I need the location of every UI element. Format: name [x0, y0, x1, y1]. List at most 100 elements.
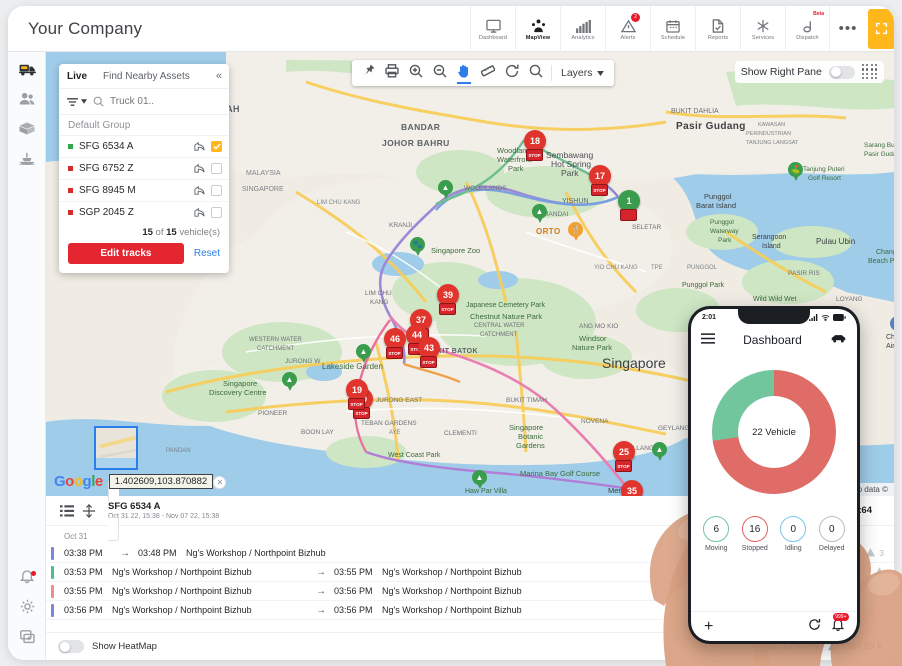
poi-park-marker[interactable]: ▲: [282, 372, 297, 392]
stat-delayed[interactable]: 0 Delayed: [819, 516, 845, 552]
trip-color-bar: [51, 547, 54, 560]
map-pin-25[interactable]: 25 STOP: [613, 441, 635, 471]
poi-marker[interactable]: ▲: [532, 204, 547, 224]
stop-marker: STOP: [348, 398, 365, 410]
map-pin-18[interactable]: 18 STOP: [524, 130, 546, 160]
map-pin-46[interactable]: 46 STOP: [384, 328, 406, 358]
grid-dots-icon[interactable]: [862, 64, 878, 80]
right-pane-label: Show Right Pane: [741, 66, 822, 78]
phone-stats: 6 Moving 16 Stopped 0 Idling 0 Delayed: [691, 516, 857, 552]
share-icon[interactable]: [194, 160, 205, 178]
trip-arrow: →: [308, 567, 334, 578]
bell-icon[interactable]: 999+: [832, 618, 844, 636]
rail-chat-add-button[interactable]: [8, 624, 46, 654]
map-tool-pin[interactable]: [356, 61, 380, 85]
rail-package-button[interactable]: [8, 116, 46, 146]
map-pin-39[interactable]: 39 STOP: [437, 284, 459, 314]
phone-mockup: 2:01 Dashboar: [688, 306, 860, 644]
rail-gear-button[interactable]: [8, 594, 46, 624]
plus-icon[interactable]: +: [704, 618, 713, 636]
vehicle-checkbox[interactable]: [211, 141, 222, 152]
share-icon[interactable]: [194, 182, 205, 200]
nav-item-alerts[interactable]: Alerts 2: [605, 6, 650, 52]
map-pin-43[interactable]: 43 STOP: [418, 337, 440, 367]
map-pin-17[interactable]: 17 STOP: [589, 165, 611, 195]
map-tool-zoom-out[interactable]: [428, 61, 452, 85]
fit-crosshair-icon[interactable]: [78, 500, 100, 522]
nav-item-schedule[interactable]: Schedule: [650, 6, 695, 52]
print-icon: [385, 64, 399, 83]
vehicle-checkbox[interactable]: [211, 207, 222, 218]
map-tool-zoom-in[interactable]: [404, 61, 428, 85]
stat-stopped[interactable]: 16 Stopped: [742, 516, 768, 552]
share-icon: [194, 185, 205, 195]
reset-link[interactable]: Reset: [194, 248, 220, 259]
vehicle-checkbox[interactable]: [211, 185, 222, 196]
vehicle-checkbox[interactable]: [211, 163, 222, 174]
vehicle-row[interactable]: SGP 2045 Z: [59, 201, 229, 223]
map-pin-19[interactable]: 19 STOP: [346, 379, 368, 409]
nav-item-reports[interactable]: Reports: [695, 6, 740, 52]
vehicle-tab-live[interactable]: Live: [59, 71, 95, 82]
nav-item-analytics[interactable]: Analytics: [560, 6, 605, 52]
edit-tracks-button[interactable]: Edit tracks: [68, 243, 184, 264]
trip-from-place: Ng's Workshop / Northpoint Bizhub: [112, 586, 308, 596]
car-icon[interactable]: [830, 331, 847, 349]
refresh-icon[interactable]: [808, 618, 821, 636]
inset-minimap[interactable]: [94, 426, 138, 470]
nav-item-label: Reports: [708, 35, 728, 41]
stat-moving[interactable]: 6 Moving: [703, 516, 729, 552]
rail-bell-button[interactable]: [8, 564, 46, 594]
poi-marker[interactable]: ▲: [438, 180, 453, 200]
poi-park-marker[interactable]: ▲: [356, 344, 371, 364]
filter-icon[interactable]: [66, 97, 87, 107]
poi-restaurant-marker[interactable]: 🍴: [568, 222, 583, 242]
vehicle-list: SFG 6534 A SFG 6752 Z SFG 8945 M SGP 204…: [59, 135, 229, 223]
rail-people-button[interactable]: [8, 86, 46, 116]
map-pin-1[interactable]: 1: [618, 190, 640, 220]
stat-idling[interactable]: 0 Idling: [780, 516, 806, 552]
poi-park-marker[interactable]: ▲: [472, 470, 487, 490]
vehicle-row[interactable]: SFG 6752 Z: [59, 157, 229, 179]
heatmap-label: Show HeatMap: [92, 641, 157, 652]
vehicle-row[interactable]: SFG 6534 A: [59, 135, 229, 157]
map-tool-search[interactable]: [524, 61, 548, 85]
rail-truck-button[interactable]: [8, 56, 46, 86]
chip-date-range: Oct 31 22, 15:38 - Nov 07 22, 15:38: [108, 513, 219, 520]
map-tool-refresh[interactable]: [500, 61, 524, 85]
share-icon[interactable]: [194, 138, 205, 156]
status-indicators: [809, 314, 846, 321]
nav-item-dashboard[interactable]: Dashboard: [470, 6, 515, 52]
poi-zoo-marker[interactable]: 🐾: [410, 237, 425, 257]
share-icon[interactable]: [194, 204, 205, 222]
vehicle-row-actions: [194, 204, 222, 222]
right-pane-toggle[interactable]: [829, 66, 855, 79]
top-navigation: Dashboard MapView Analytics Alerts 2 Sch…: [470, 6, 830, 52]
rail-ship-button[interactable]: [8, 146, 46, 176]
map-tool-ruler[interactable]: [476, 61, 500, 85]
vehicle-count-middle: of: [156, 227, 164, 238]
refresh-icon: [505, 64, 519, 83]
nav-item-dispatch[interactable]: Dispatch Beta: [785, 6, 830, 52]
vehicle-search-input[interactable]: [110, 96, 210, 107]
layers-dropdown[interactable]: Layers: [555, 67, 610, 79]
selected-vehicle-chip[interactable]: SFG 6534 A Oct 31 22, 15:38 - Nov 07 22,…: [108, 483, 219, 538]
map-tool-print[interactable]: [380, 61, 404, 85]
ship-icon: [19, 152, 35, 170]
vehicle-row[interactable]: SFG 8945 M: [59, 179, 229, 201]
list-icon[interactable]: [56, 500, 78, 522]
collapse-panel-button[interactable]: «: [216, 70, 229, 82]
nav-item-mapview[interactable]: MapView: [515, 6, 560, 52]
hamburger-icon[interactable]: [701, 331, 715, 349]
vehicle-tab-find-nearby-assets[interactable]: Find Nearby Assets: [95, 71, 198, 82]
heatmap-toggle[interactable]: [58, 640, 84, 653]
nav-item-services[interactable]: Services: [740, 6, 785, 52]
fullscreen-expand-button[interactable]: [868, 9, 894, 49]
poi-golf-marker[interactable]: ⛳: [788, 162, 803, 182]
map-tool-pan-hand[interactable]: [452, 61, 476, 85]
stat-label: Idling: [785, 545, 802, 552]
more-menu-button[interactable]: •••: [830, 20, 866, 37]
trip-from-time: 03:56 PM: [64, 605, 112, 615]
trip-to-place: Ng's Workshop / Northpoint Bizhub: [186, 548, 326, 558]
left-rail: [8, 52, 46, 660]
